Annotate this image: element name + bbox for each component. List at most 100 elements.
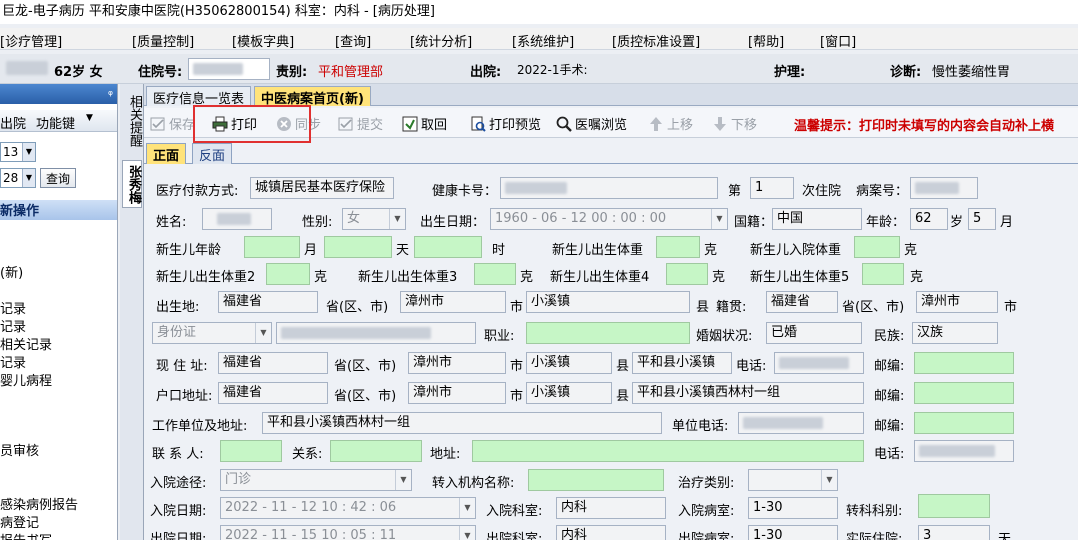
tab-front-side[interactable]: 正面 (146, 143, 187, 164)
menu-item-help[interactable]: [帮助] (748, 31, 784, 50)
hukou-zip-field[interactable] (914, 382, 1014, 404)
left-item-infant-course[interactable]: 婴儿病程 (0, 370, 52, 389)
ethnicity-field[interactable]: 汉族 (912, 322, 998, 344)
newborn-birth-weight-field[interactable] (656, 236, 700, 258)
contact-address-field[interactable] (472, 440, 864, 462)
move-down-button[interactable]: 下移 (712, 114, 757, 133)
query-button[interactable]: 查询 (40, 168, 77, 188)
newborn-age-hour-field[interactable] (414, 236, 482, 258)
menu-item-qc-standards[interactable]: [质控标准设置] (612, 31, 700, 50)
pin-icon[interactable]: ᵩ (108, 84, 113, 98)
chevron-down-icon[interactable]: ▼ (459, 526, 475, 540)
birthplace-province-field[interactable]: 福建省 (218, 291, 318, 313)
work-unit-field[interactable]: 平和县小溪镇西林村一组 (262, 412, 662, 434)
contact-person-field[interactable] (220, 440, 282, 462)
occupation-field[interactable] (526, 322, 690, 344)
newborn-age-month-field[interactable] (244, 236, 300, 258)
age-month-field[interactable]: 5 (968, 208, 996, 230)
menu-item-quality[interactable]: [质量控制] (132, 31, 194, 50)
left-item-record-2[interactable]: 记录 (0, 316, 26, 335)
sex-select[interactable]: 女 ▼ (342, 208, 406, 230)
native-province-field[interactable]: 福建省 (766, 291, 838, 313)
admit-ward-field[interactable]: 1-30 (748, 497, 838, 519)
menu-item-window[interactable]: [窗口] (820, 31, 856, 50)
menu-item-diagnosis[interactable]: [诊疗管理] (0, 31, 62, 50)
newborn-birth-weight2-field[interactable] (266, 263, 310, 285)
left-item-new[interactable]: (新) (0, 262, 23, 281)
admit-dept-field[interactable]: 内科 (556, 497, 666, 519)
work-phone-field[interactable] (738, 412, 864, 434)
hukou-city-field[interactable]: 漳州市 (408, 382, 506, 404)
menu-item-query[interactable]: [查询] (335, 31, 371, 50)
hukou-detail-field[interactable]: 平和县小溪镇西林村一组 (632, 382, 864, 404)
nationality-field[interactable]: 中国 (772, 208, 862, 230)
transfer-dept-field[interactable] (918, 494, 990, 518)
zip-field[interactable] (914, 352, 1014, 374)
date-spin-2[interactable]: 28 ▼ (0, 168, 36, 188)
left-item-disease-register[interactable]: 病登记 (0, 512, 39, 531)
menu-item-templates[interactable]: [模板字典] (232, 31, 294, 50)
date-spin-1[interactable]: 13 ▼ (0, 142, 36, 162)
relation-field[interactable] (330, 440, 422, 462)
admission-no-field[interactable] (188, 58, 270, 80)
tab-back-side[interactable]: 反面 (192, 143, 233, 164)
left-item-record-3[interactable]: 记录 (0, 352, 26, 371)
pay-method-field[interactable]: 城镇居民基本医疗保险 (250, 177, 394, 199)
transfer-institution-field[interactable] (528, 469, 664, 491)
vtab-patient[interactable]: 张秀梅 (122, 160, 142, 208)
tab-medical-overview[interactable]: 医疗信息一览表 (146, 86, 252, 107)
vtab-reminders[interactable]: 相关提醒 (122, 86, 142, 156)
marital-status-field[interactable]: 已婚 (766, 322, 862, 344)
newborn-birth-weight4-field[interactable] (666, 263, 708, 285)
phone-field[interactable] (774, 352, 864, 374)
admission-route-select[interactable]: 门诊 ▼ (220, 469, 412, 491)
birthplace-town-field[interactable]: 小溪镇 (526, 291, 690, 313)
hukou-town-field[interactable]: 小溪镇 (526, 382, 612, 404)
current-city-field[interactable]: 漳州市 (408, 352, 506, 374)
birthplace-city-field[interactable]: 漳州市 (400, 291, 506, 313)
age-field[interactable]: 62 (910, 208, 948, 230)
move-up-button[interactable]: 上移 (648, 114, 693, 133)
health-card-field[interactable] (500, 177, 718, 199)
birth-date-field[interactable]: 1960 - 06 - 12 00 : 00 : 00 ▼ (490, 208, 728, 230)
discharge-action[interactable]: 出院 (0, 113, 26, 132)
id-number-field[interactable] (276, 322, 476, 344)
contact-phone-field[interactable] (914, 440, 1014, 462)
discharge-dept-field[interactable]: 内科 (556, 525, 666, 540)
id-type-select[interactable]: 身份证 ▼ (152, 322, 272, 344)
name-field[interactable] (202, 208, 272, 230)
print-preview-button[interactable]: 打印预览 (470, 114, 541, 133)
left-item-review[interactable]: 员审核 (0, 440, 39, 459)
left-item-infection-report[interactable]: 感染病例报告 (0, 494, 78, 513)
chevron-down-icon[interactable]: ▼ (22, 169, 35, 187)
chevron-down-icon[interactable]: ▼ (389, 209, 405, 229)
tab-tcm-case-front-page[interactable]: 中医病案首页(新) (254, 86, 371, 107)
chevron-down-icon[interactable]: ▼ (459, 498, 475, 518)
newborn-age-day-field[interactable] (324, 236, 392, 258)
menu-item-statistics[interactable]: [统计分析] (410, 31, 472, 50)
function-key-menu[interactable]: 功能键 (36, 113, 75, 132)
retrieve-button[interactable]: 取回 (402, 114, 447, 133)
current-county-field[interactable]: 平和县小溪镇 (632, 352, 732, 374)
menu-item-system[interactable]: [系统维护] (512, 31, 574, 50)
chevron-down-icon[interactable]: ▼ (255, 323, 271, 343)
discharge-ward-field[interactable]: 1-30 (748, 525, 838, 540)
current-town-field[interactable]: 小溪镇 (526, 352, 612, 374)
chevron-down-icon[interactable]: ▼ (22, 143, 35, 161)
order-browse-button[interactable]: 医嘱浏览 (556, 114, 627, 133)
hukou-province-field[interactable]: 福建省 (218, 382, 328, 404)
left-item-report-writing[interactable]: 报告书写 (0, 530, 52, 540)
admit-date-field[interactable]: 2022 - 11 - 12 10 : 42 : 06 ▼ (220, 497, 476, 519)
newborn-birth-weight5-field[interactable] (862, 263, 904, 285)
chevron-down-icon[interactable]: ▼ (711, 209, 727, 229)
submit-button[interactable]: 提交 (338, 114, 383, 133)
left-item-record-1[interactable]: 记录 (0, 298, 26, 317)
chevron-down-icon[interactable]: ▼ (86, 113, 93, 123)
newborn-birth-weight3-field[interactable] (474, 263, 516, 285)
actual-days-field[interactable]: 3 (918, 525, 990, 540)
newborn-admit-weight-field[interactable] (854, 236, 900, 258)
treatment-type-select[interactable]: ▼ (748, 469, 838, 491)
chevron-down-icon[interactable]: ▼ (395, 470, 411, 490)
case-no-field[interactable] (910, 177, 978, 199)
work-zip-field[interactable] (914, 412, 1014, 434)
